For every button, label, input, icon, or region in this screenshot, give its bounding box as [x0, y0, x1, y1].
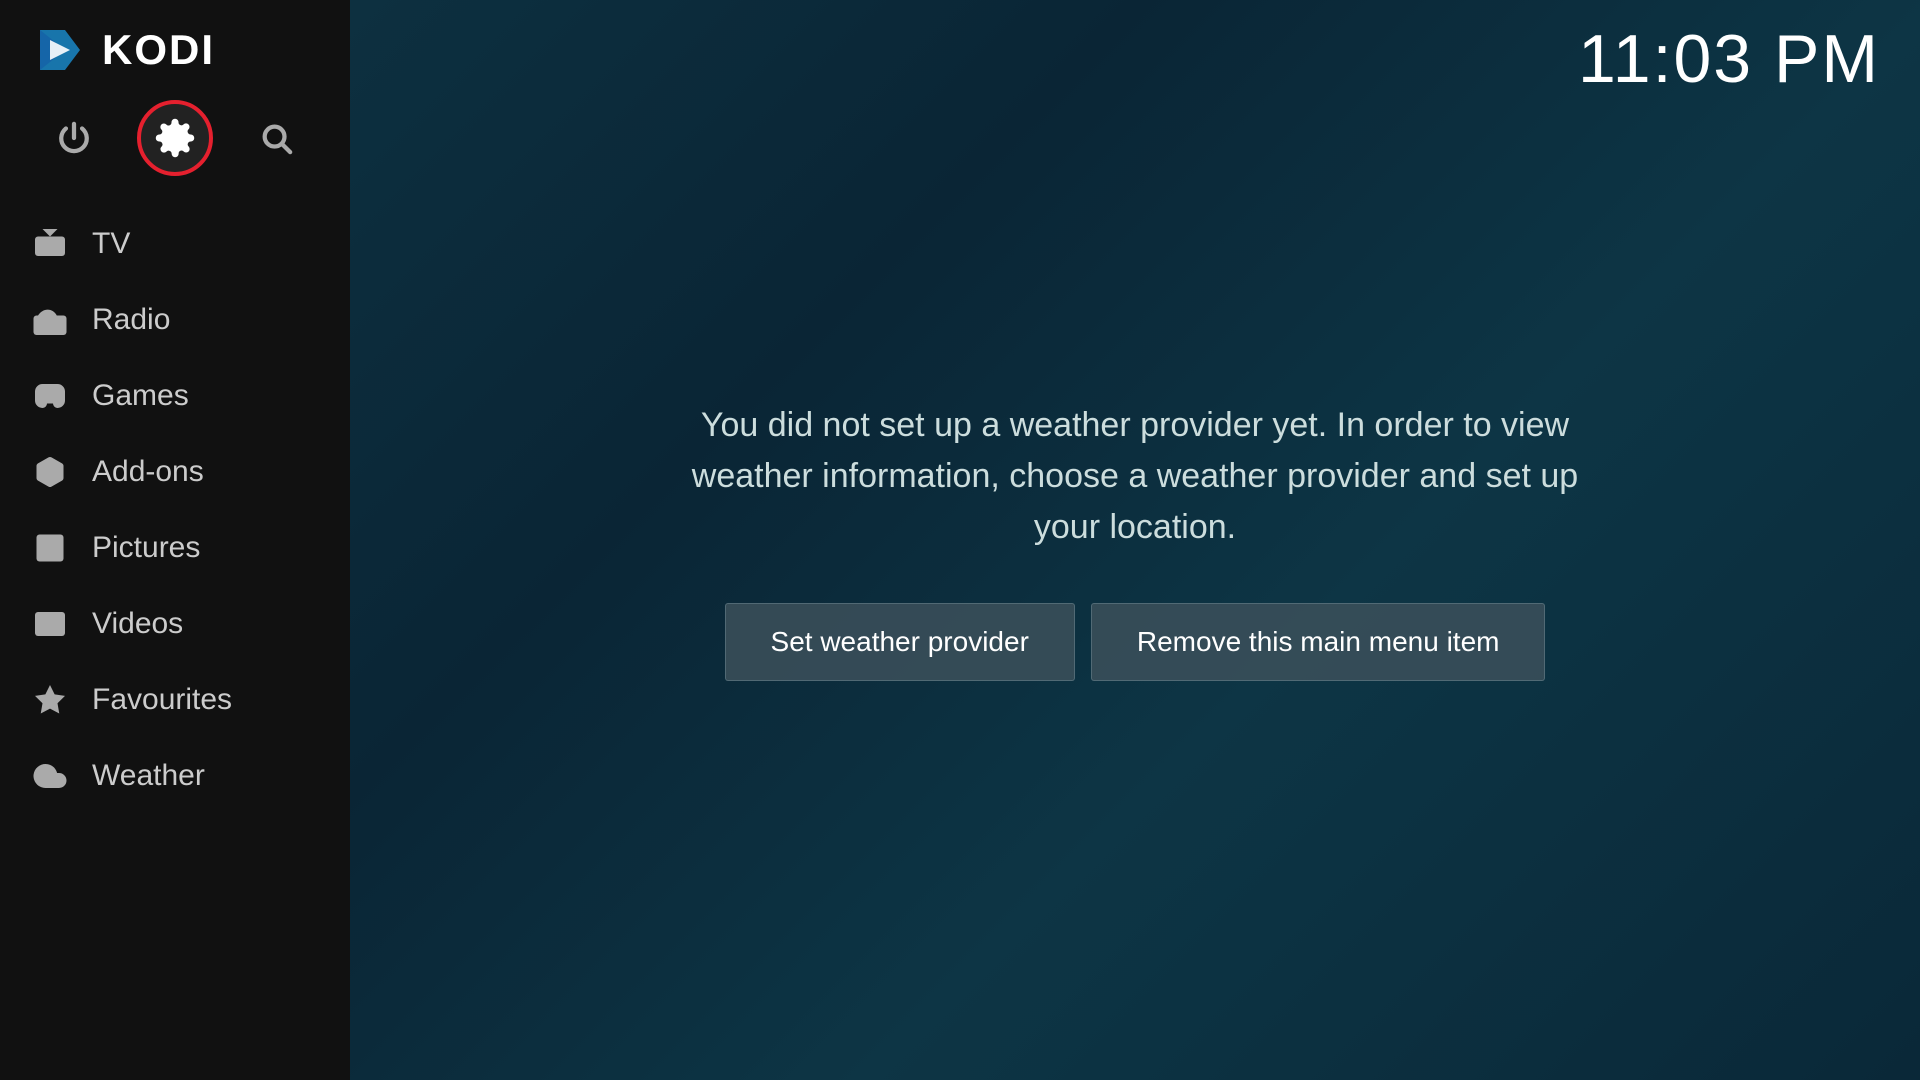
- power-button[interactable]: [49, 113, 99, 163]
- action-buttons: Set weather provider Remove this main me…: [725, 603, 1546, 681]
- main-content: 11:03 PM You did not set up a weather pr…: [350, 0, 1920, 1080]
- search-button[interactable]: [251, 113, 301, 163]
- kodi-logo-icon: [30, 20, 90, 80]
- sidebar-item-videos-label: Videos: [92, 607, 183, 641]
- weather-info-text: You did not set up a weather provider ye…: [685, 400, 1585, 553]
- sidebar-item-games[interactable]: Games: [0, 358, 350, 434]
- remove-menu-item-button[interactable]: Remove this main menu item: [1091, 603, 1546, 681]
- videos-icon: [30, 604, 70, 644]
- kodi-logo: KODI: [30, 20, 215, 80]
- time-display: 11:03 PM: [1578, 20, 1880, 98]
- sidebar-item-favourites-label: Favourites: [92, 683, 232, 717]
- sidebar-item-weather[interactable]: Weather: [0, 738, 350, 814]
- pictures-icon: [30, 528, 70, 568]
- sidebar-controls: [0, 90, 350, 196]
- sidebar-item-weather-label: Weather: [92, 759, 205, 793]
- weather-icon: [30, 756, 70, 796]
- sidebar-item-pictures-label: Pictures: [92, 531, 200, 565]
- sidebar-item-videos[interactable]: Videos: [0, 586, 350, 662]
- nav-items: TV Radio Games Add-ons: [0, 196, 350, 1080]
- tv-icon: [30, 224, 70, 264]
- set-weather-provider-button[interactable]: Set weather provider: [725, 603, 1075, 681]
- games-icon: [30, 376, 70, 416]
- sidebar-item-tv-label: TV: [92, 227, 130, 261]
- radio-icon: [30, 300, 70, 340]
- settings-icon: [154, 117, 196, 159]
- sidebar: KODI: [0, 0, 350, 1080]
- settings-button[interactable]: [137, 100, 213, 176]
- sidebar-item-tv[interactable]: TV: [0, 206, 350, 282]
- sidebar-item-favourites[interactable]: Favourites: [0, 662, 350, 738]
- sidebar-header: KODI: [0, 0, 350, 90]
- power-icon: [57, 121, 91, 155]
- addons-icon: [30, 452, 70, 492]
- app-name: KODI: [102, 26, 215, 74]
- sidebar-item-pictures[interactable]: Pictures: [0, 510, 350, 586]
- favourites-icon: [30, 680, 70, 720]
- search-icon: [259, 121, 293, 155]
- sidebar-item-addons-label: Add-ons: [92, 455, 204, 489]
- sidebar-item-radio[interactable]: Radio: [0, 282, 350, 358]
- weather-message: You did not set up a weather provider ye…: [685, 400, 1585, 553]
- sidebar-item-addons[interactable]: Add-ons: [0, 434, 350, 510]
- sidebar-item-games-label: Games: [92, 379, 189, 413]
- sidebar-item-radio-label: Radio: [92, 303, 170, 337]
